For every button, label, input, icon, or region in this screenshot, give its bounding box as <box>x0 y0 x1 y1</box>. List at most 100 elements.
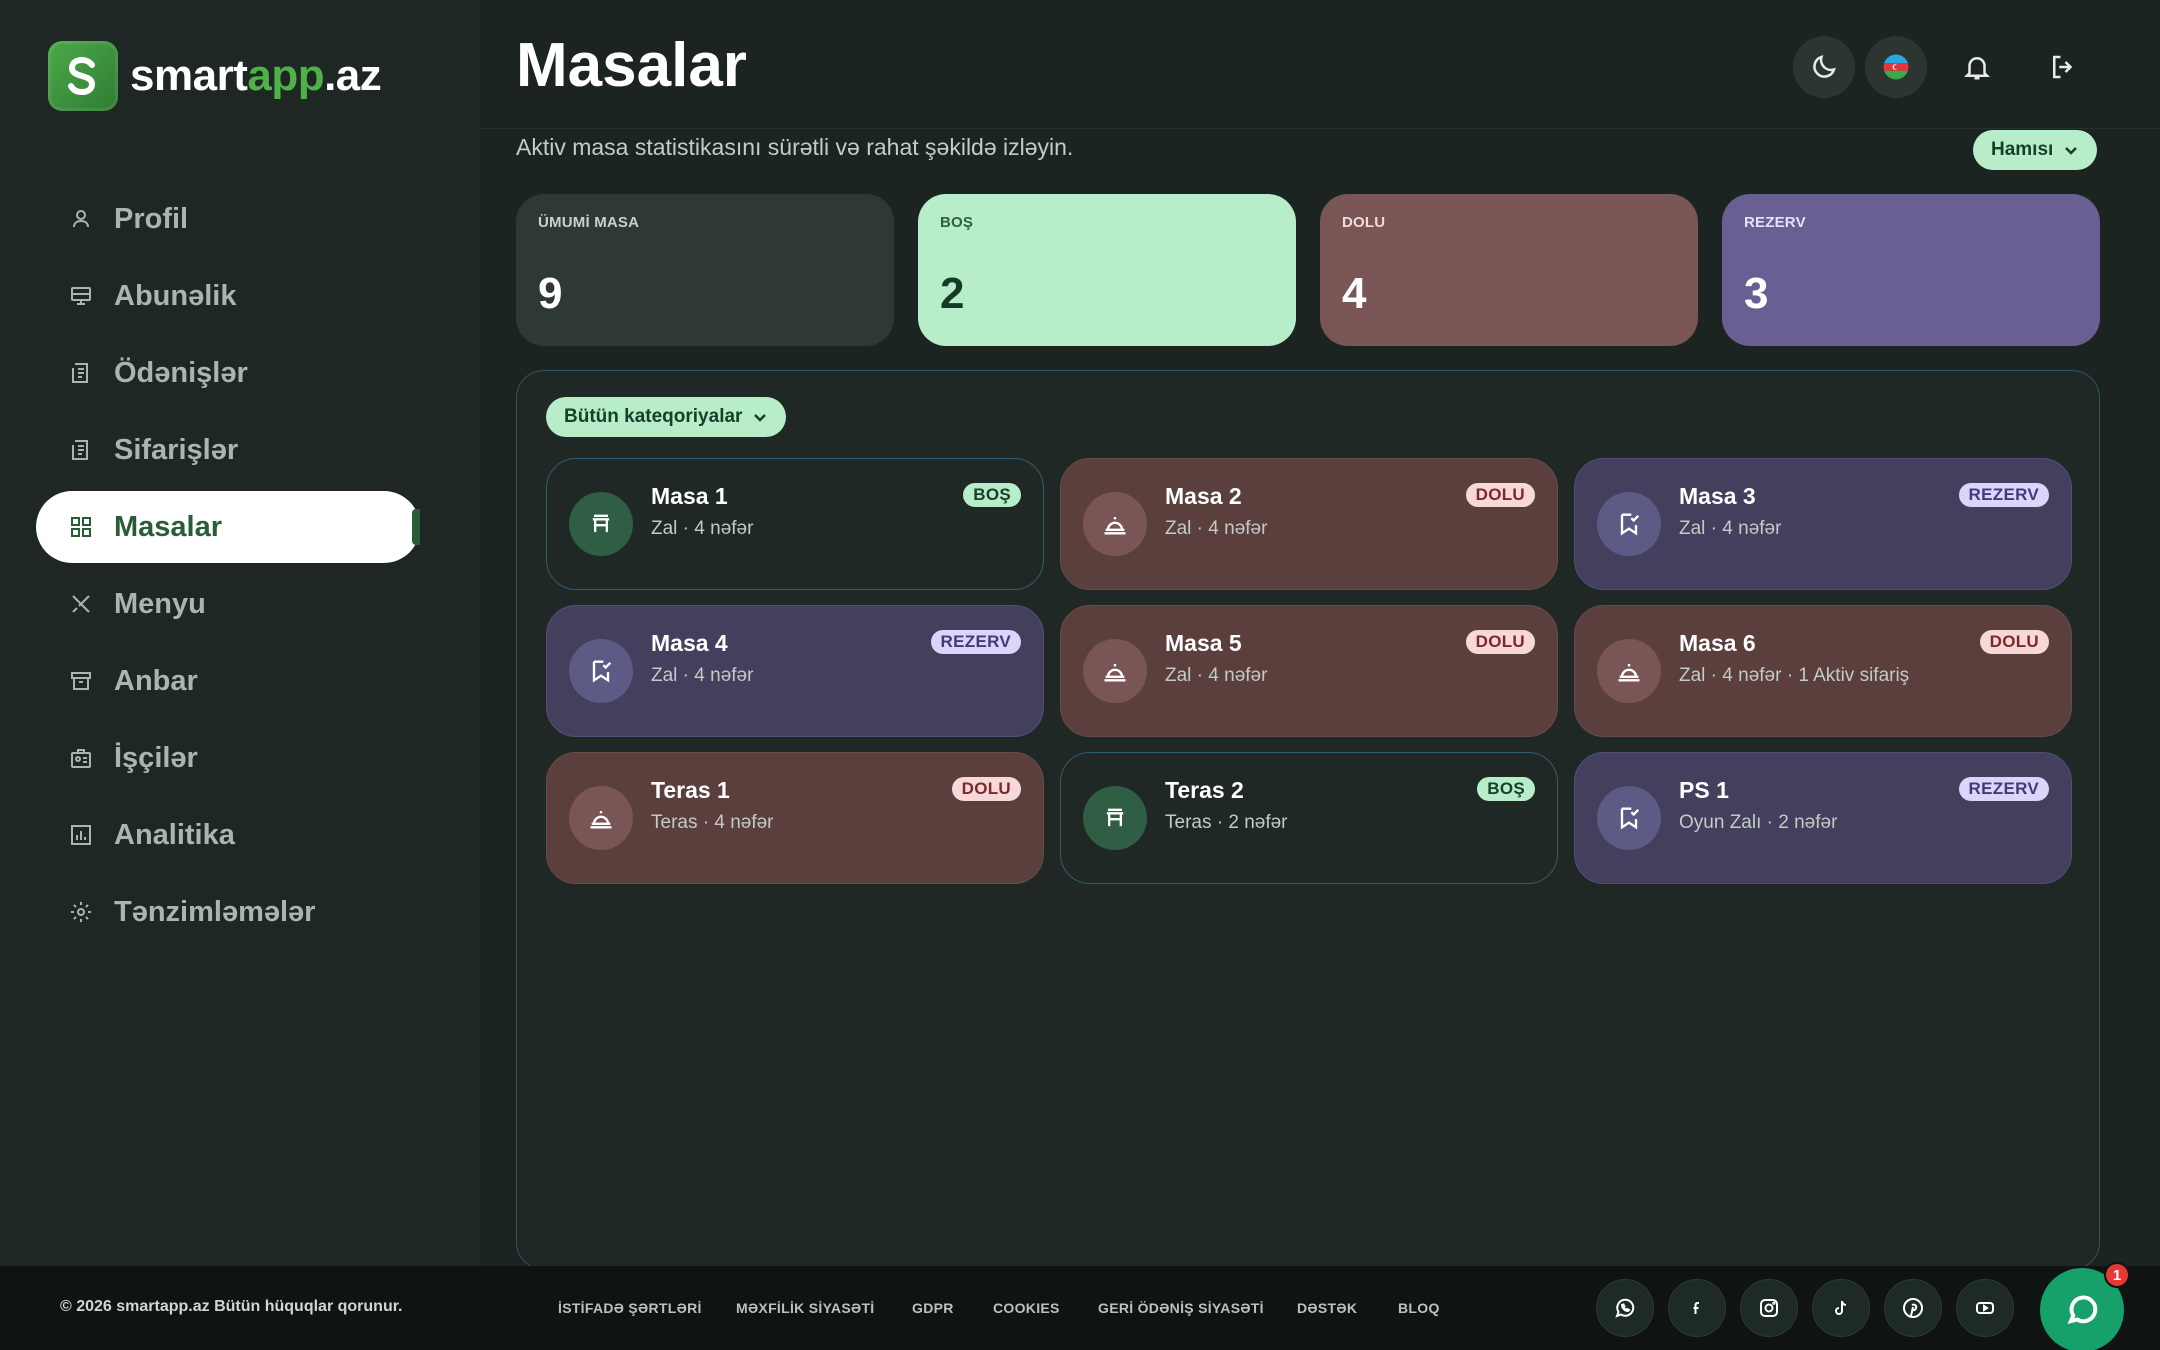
status-badge: DOLU <box>1465 630 1535 654</box>
monitor-icon <box>68 283 94 309</box>
brand-logo[interactable]: smartapp.az <box>48 41 382 111</box>
instagram-button[interactable] <box>1740 1279 1798 1337</box>
status-badge: REZERV <box>930 630 1021 654</box>
table-info: Masa 5 Zal · 4 nəfər <box>1165 630 1466 687</box>
footer-link-support[interactable]: DƏSTƏK <box>1297 1300 1357 1316</box>
bookmark-check-icon <box>1597 786 1661 850</box>
chevron-down-icon <box>2065 147 2078 155</box>
stat-label: ÜMUMİ MASA <box>538 214 640 231</box>
table-info: PS 1 Oyun Zalı · 2 nəfər <box>1679 777 1959 834</box>
stat-card-total: ÜMUMİ MASA 9 <box>516 194 894 346</box>
table-card-masa-6[interactable]: Masa 6 Zal · 4 nəfər · 1 Aktiv sifariş D… <box>1574 605 2072 737</box>
table-meta: Oyun Zalı · 2 nəfər <box>1679 812 1838 833</box>
bell-icon <box>1963 57 1991 80</box>
sidebar-item-label: Tənzimləmələr <box>114 895 316 928</box>
sidebar-item-isciler[interactable]: İşçilər <box>36 722 420 794</box>
language-button[interactable] <box>1865 36 1927 98</box>
receipt-icon <box>68 360 94 386</box>
sidebar-item-analitika[interactable]: Analitika <box>36 799 420 871</box>
footer-link-blog[interactable]: BLOQ <box>1398 1300 1440 1316</box>
sidebar-item-label: Ödənişlər <box>114 356 248 389</box>
notifications-button[interactable] <box>1946 36 2008 98</box>
status-badge: DOLU <box>1979 630 2049 654</box>
free-table-icon <box>569 492 633 556</box>
table-card-masa-1[interactable]: Masa 1 Zal · 4 nəfər BOŞ <box>546 458 1044 590</box>
sidebar-item-tenzimlemeler[interactable]: Tənzimləmələr <box>36 876 420 948</box>
chat-notification-badge: 1 <box>2104 1262 2130 1288</box>
stat-value: 9 <box>538 269 563 318</box>
table-name: Masa 2 <box>1165 483 1242 509</box>
header-divider <box>480 128 2160 129</box>
user-icon <box>68 206 94 232</box>
table-card-teras-2[interactable]: Teras 2 Teras · 2 nəfər BOŞ <box>1060 752 1558 884</box>
table-meta: Zal · 4 nəfər <box>651 518 754 539</box>
whatsapp-icon <box>1615 1298 1635 1318</box>
theme-toggle-button[interactable] <box>1793 36 1855 98</box>
table-card-masa-2[interactable]: Masa 2 Zal · 4 nəfər DOLU <box>1060 458 1558 590</box>
footer-link-gdpr[interactable]: GDPR <box>912 1300 954 1316</box>
facebook-button[interactable] <box>1668 1279 1726 1337</box>
brand-name-part: app <box>247 51 325 100</box>
sidebar-item-label: Anbar <box>114 664 198 697</box>
table-meta: Teras · 2 nəfər <box>1165 812 1288 833</box>
footer-link-cookies[interactable]: COOKIES <box>993 1300 1060 1316</box>
tiktok-button[interactable] <box>1812 1279 1870 1337</box>
cloche-icon <box>1083 492 1147 556</box>
table-name: PS 1 <box>1679 777 1729 803</box>
table-meta: Zal · 4 nəfər · 1 Aktiv sifariş <box>1679 665 1910 686</box>
logout-button[interactable] <box>2032 36 2094 98</box>
chevron-down-icon <box>754 414 767 422</box>
page-subtitle: Aktiv masa statistikasını sürətli və rah… <box>516 134 1074 160</box>
gear-icon <box>68 899 94 925</box>
status-filter-label: Hamısı <box>1991 139 2054 160</box>
table-info: Masa 4 Zal · 4 nəfər <box>651 630 931 687</box>
footer-copyright: © 2026 smartapp.az Bütün hüquqlar qorunu… <box>60 1298 403 1315</box>
table-meta: Zal · 4 nəfər <box>651 665 754 686</box>
instagram-icon <box>1760 1299 1778 1317</box>
sidebar-item-anbar[interactable]: Anbar <box>36 645 420 717</box>
whatsapp-button[interactable] <box>1596 1279 1654 1337</box>
sidebar-item-profil[interactable]: Profil <box>36 183 420 255</box>
sidebar-item-menyu[interactable]: Menyu <box>36 568 420 640</box>
sidebar-item-label: Analitika <box>114 818 235 851</box>
stat-card-dolu: DOLU 4 <box>1320 194 1698 346</box>
sidebar: smartapp.az Profil Abunəlik Ödənişlər Si… <box>0 0 480 1266</box>
sidebar-item-label: Masalar <box>114 510 223 543</box>
status-filter-dropdown[interactable]: Hamısı <box>1973 130 2098 170</box>
table-card-ps-1[interactable]: PS 1 Oyun Zalı · 2 nəfər REZERV <box>1574 752 2072 884</box>
stat-label: REZERV <box>1744 214 1806 231</box>
tiktok-icon <box>1835 1300 1847 1315</box>
table-meta: Zal · 4 nəfər <box>1165 665 1268 686</box>
stat-value: 2 <box>940 269 965 318</box>
sidebar-item-odenisler[interactable]: Ödənişlər <box>36 337 420 409</box>
stat-value: 3 <box>1744 269 1769 318</box>
youtube-button[interactable] <box>1956 1279 2014 1337</box>
table-card-teras-1[interactable]: Teras 1 Teras · 4 nəfər DOLU <box>546 752 1044 884</box>
table-card-masa-3[interactable]: Masa 3 Zal · 4 nəfər REZERV <box>1574 458 2072 590</box>
footer: © 2026 smartapp.az Bütün hüquqlar qorunu… <box>0 1266 2160 1350</box>
utensils-icon <box>68 591 94 617</box>
sidebar-item-label: Abunəlik <box>114 279 237 312</box>
footer-link-refund[interactable]: GERİ ÖDƏNİŞ SİYASƏTİ <box>1098 1300 1264 1316</box>
status-badge: REZERV <box>1958 777 2049 801</box>
sidebar-item-masalar[interactable]: Masalar <box>36 491 420 563</box>
footer-link-terms[interactable]: İSTİFADƏ ŞƏRTLƏRİ <box>558 1300 702 1316</box>
status-badge: REZERV <box>1958 483 2049 507</box>
table-card-masa-4[interactable]: Masa 4 Zal · 4 nəfər REZERV <box>546 605 1044 737</box>
pinterest-button[interactable] <box>1884 1279 1942 1337</box>
sidebar-item-label: İşçilər <box>114 741 198 774</box>
stat-value: 4 <box>1342 269 1367 318</box>
table-card-masa-5[interactable]: Masa 5 Zal · 4 nəfər DOLU <box>1060 605 1558 737</box>
pinterest-icon <box>1903 1298 1923 1318</box>
receipt-icon <box>68 437 94 463</box>
chart-icon <box>68 822 94 848</box>
archive-icon <box>68 668 94 694</box>
category-filter-label: Bütün kateqoriyalar <box>564 406 743 427</box>
footer-link-privacy[interactable]: MƏXFİLİK SİYASƏTİ <box>736 1300 874 1316</box>
sidebar-item-abunelik[interactable]: Abunəlik <box>36 260 420 332</box>
table-name: Masa 4 <box>651 630 728 656</box>
category-filter-dropdown[interactable]: Bütün kateqoriyalar <box>546 397 787 437</box>
sidebar-nav: Profil Abunəlik Ödənişlər Sifarişlər Mas… <box>36 183 420 953</box>
brand-name-part: .az <box>324 51 382 100</box>
sidebar-item-sifarisler[interactable]: Sifarişlər <box>36 414 420 486</box>
